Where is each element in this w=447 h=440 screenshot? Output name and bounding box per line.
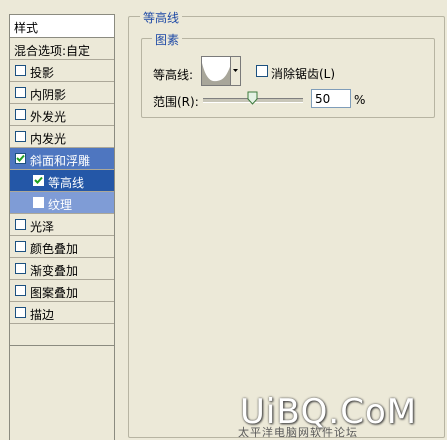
style-item-stroke[interactable]: 描边 [10,302,114,324]
style-checkbox-bevel-emboss[interactable] [15,153,26,164]
style-item-satin[interactable]: 光泽 [10,214,114,236]
style-checkbox-outer-glow[interactable] [15,109,26,120]
style-item-pattern-overlay[interactable]: 图案叠加 [10,280,114,302]
style-item-label: 内阴影 [30,88,67,102]
style-checkbox-texture[interactable] [33,197,44,208]
style-item-color-overlay[interactable]: 颜色叠加 [10,236,114,258]
check-mark-icon [16,154,25,162]
style-item-label: 内发光 [30,132,67,146]
style-checkbox-drop-shadow[interactable] [15,65,26,76]
styles-header-label: 样式 [14,21,39,35]
style-item-label: 等高线 [48,176,85,190]
style-item-label: 纹理 [48,198,73,212]
list-bottom-divider [10,345,114,346]
range-label: 范围(R): [153,95,199,109]
style-item-inner-shadow[interactable]: 内阴影 [10,82,114,104]
style-item-label: 外发光 [30,110,67,124]
style-item-label: 斜面和浮雕 [30,154,91,168]
range-slider-thumb[interactable] [247,91,258,105]
contour-label: 等高线: [153,68,194,82]
antialias-checkbox[interactable] [256,65,268,77]
antialias-label: 消除锯齿(L) [271,67,336,81]
chevron-down-icon [233,69,238,72]
blend-options-label: 混合选项:自定 [14,44,91,58]
watermark-subtitle: 太平洋电脑网软件论坛 [238,426,358,439]
style-item-label: 图案叠加 [30,286,79,300]
style-checkbox-inner-glow[interactable] [15,131,26,142]
style-checkbox-satin[interactable] [15,219,26,230]
style-item-bevel-emboss[interactable]: 斜面和浮雕 [10,148,114,170]
style-item-drop-shadow[interactable]: 投影 [10,60,114,82]
style-item-texture[interactable]: 纹理 [10,192,114,214]
contour-curve-icon [202,61,232,85]
blend-options-item[interactable]: 混合选项:自定 [10,38,114,60]
style-item-gradient-overlay[interactable]: 渐变叠加 [10,258,114,280]
style-checkbox-gradient-overlay[interactable] [15,263,26,274]
contour-picker[interactable] [201,56,241,86]
style-item-label: 渐变叠加 [30,264,79,278]
style-item-label: 颜色叠加 [30,242,79,256]
range-input[interactable] [311,89,351,108]
range-unit: % [354,93,366,107]
style-checkbox-pattern-overlay[interactable] [15,285,26,296]
style-item-label: 投影 [30,66,55,80]
style-item-contour[interactable]: 等高线 [10,170,114,192]
style-item-inner-glow[interactable]: 内发光 [10,126,114,148]
check-mark-icon [34,176,43,184]
style-item-label: 光泽 [30,220,55,234]
style-checkbox-stroke[interactable] [15,307,26,318]
panel-title: 等高线 [140,9,183,26]
group-title: 图素 [152,31,183,48]
style-checkbox-contour[interactable] [33,175,44,186]
style-item-outer-glow[interactable]: 外发光 [10,104,114,126]
contour-dropdown-button[interactable] [230,57,240,85]
style-checkbox-color-overlay[interactable] [15,241,26,252]
style-item-label: 描边 [30,308,55,322]
styles-list: 样式 混合选项:自定 投影 内阴影 外发光 内发光 斜面和浮雕 等高线 纹理 光… [9,14,115,440]
styles-header[interactable]: 样式 [10,15,114,38]
style-checkbox-inner-shadow[interactable] [15,87,26,98]
